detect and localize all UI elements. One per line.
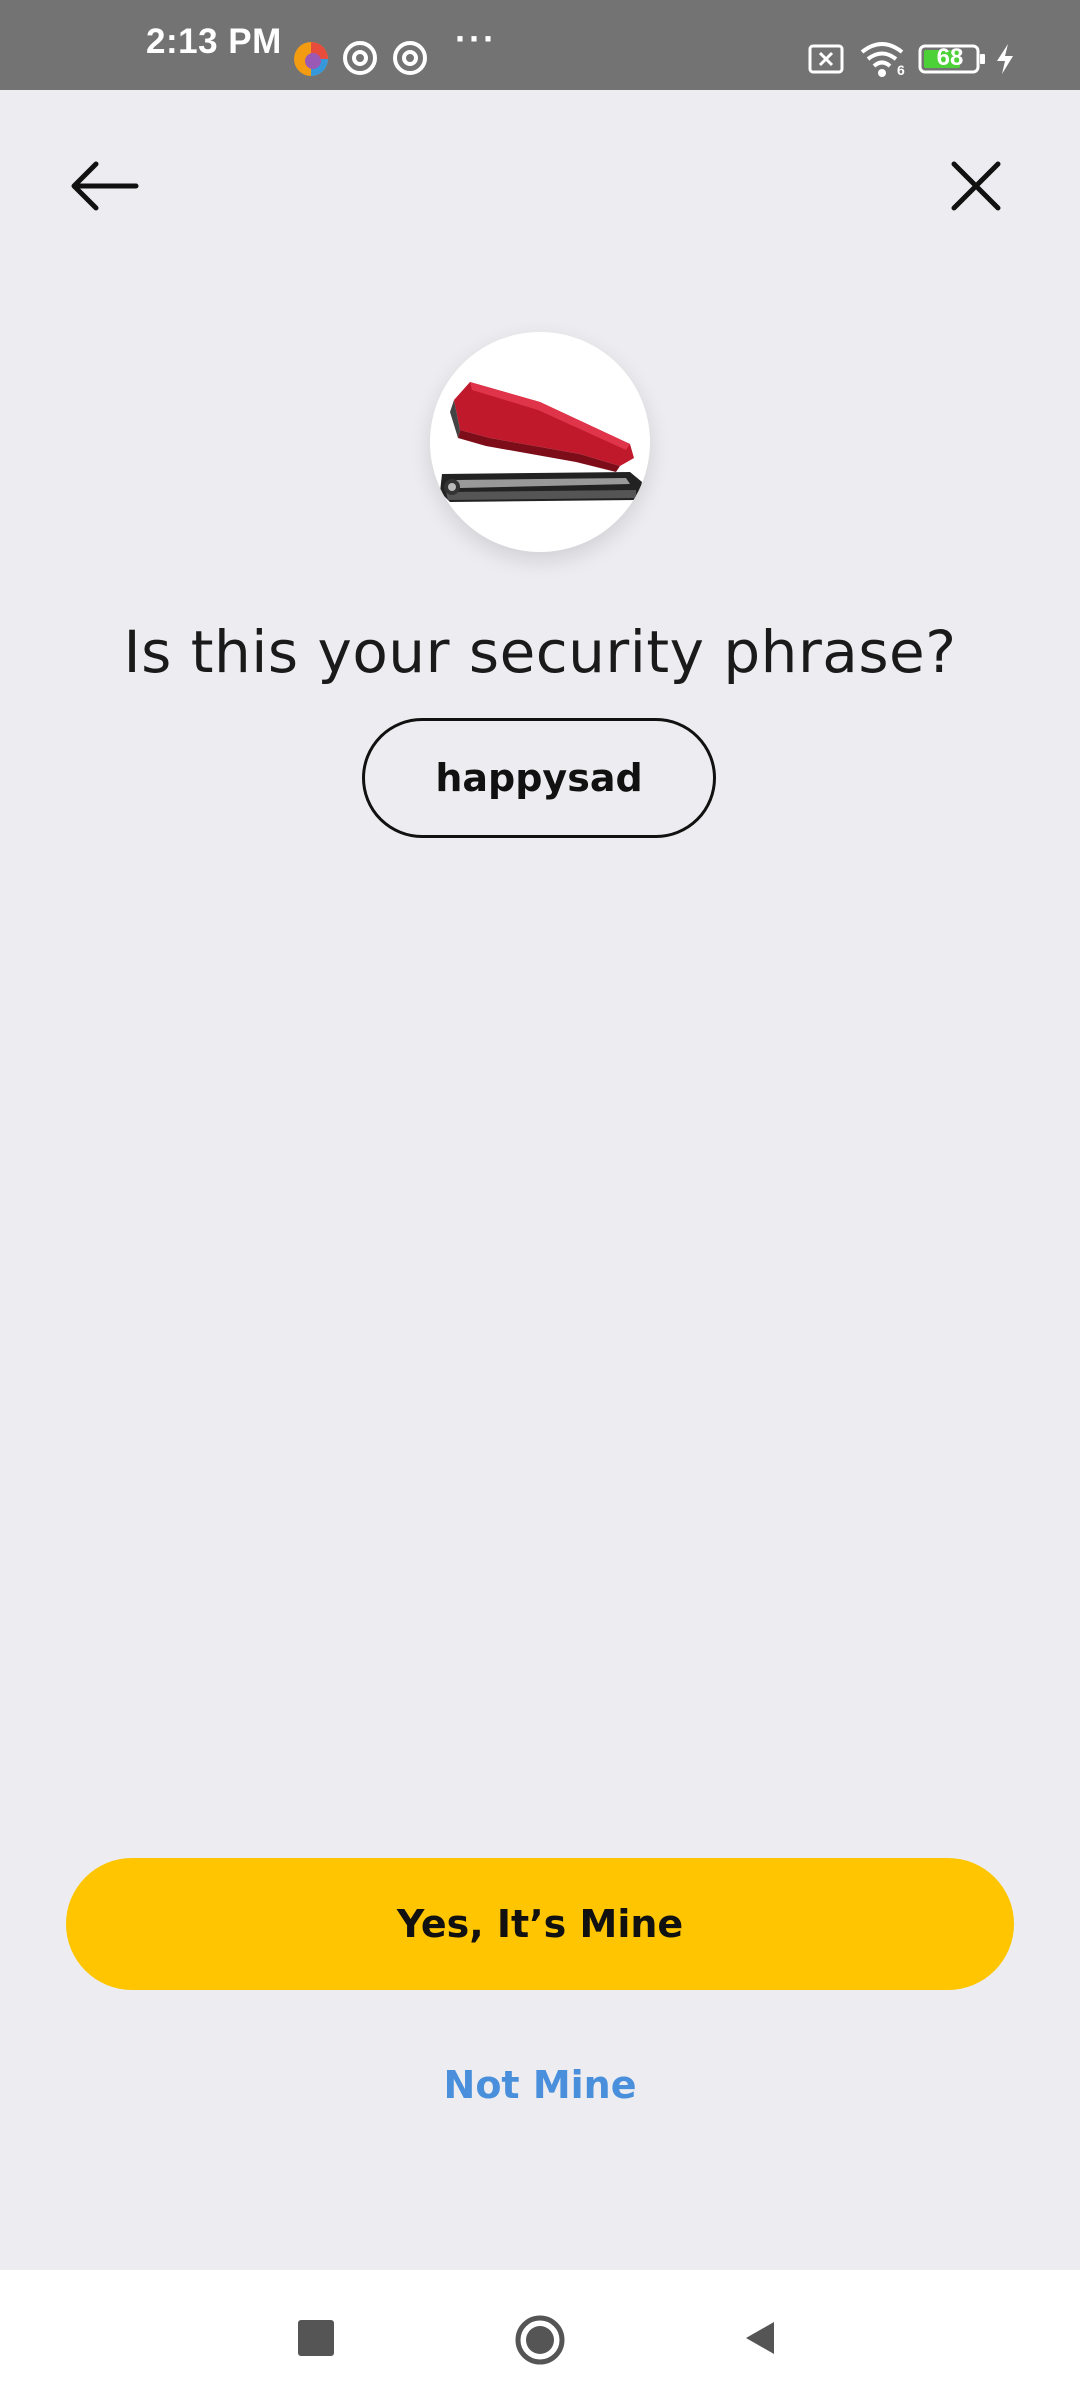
security-question: Is this your security phrase? bbox=[123, 618, 957, 686]
home-circle-icon[interactable] bbox=[514, 2314, 566, 2366]
charging-bolt-icon bbox=[997, 44, 1013, 74]
status-time: 2:13 PM bbox=[146, 22, 282, 61]
sim-off-icon bbox=[808, 44, 844, 74]
back-button[interactable] bbox=[64, 150, 144, 222]
yes-its-mine-button[interactable]: Yes, It’s Mine bbox=[66, 1858, 1014, 1990]
close-icon bbox=[951, 161, 1001, 211]
app-icon bbox=[294, 42, 328, 76]
close-button[interactable] bbox=[940, 150, 1012, 222]
stapler-image bbox=[440, 382, 642, 502]
more-notifications-icon: ··· bbox=[455, 18, 497, 59]
security-phrase: happysad bbox=[362, 718, 716, 838]
at-icon bbox=[343, 41, 377, 75]
battery-level: 68 bbox=[936, 44, 964, 71]
not-mine-link[interactable]: Not Mine bbox=[390, 2050, 690, 2120]
wifi-label: 6 bbox=[897, 62, 905, 78]
security-image bbox=[430, 332, 650, 552]
status-bar: 2:13 PM ··· 6 68 bbox=[0, 0, 1080, 90]
arrow-left-icon bbox=[71, 161, 139, 211]
recents-square-icon[interactable] bbox=[298, 2320, 334, 2356]
at-icon bbox=[393, 41, 427, 75]
system-nav-bar bbox=[0, 2270, 1080, 2400]
back-triangle-icon[interactable] bbox=[740, 2318, 780, 2358]
